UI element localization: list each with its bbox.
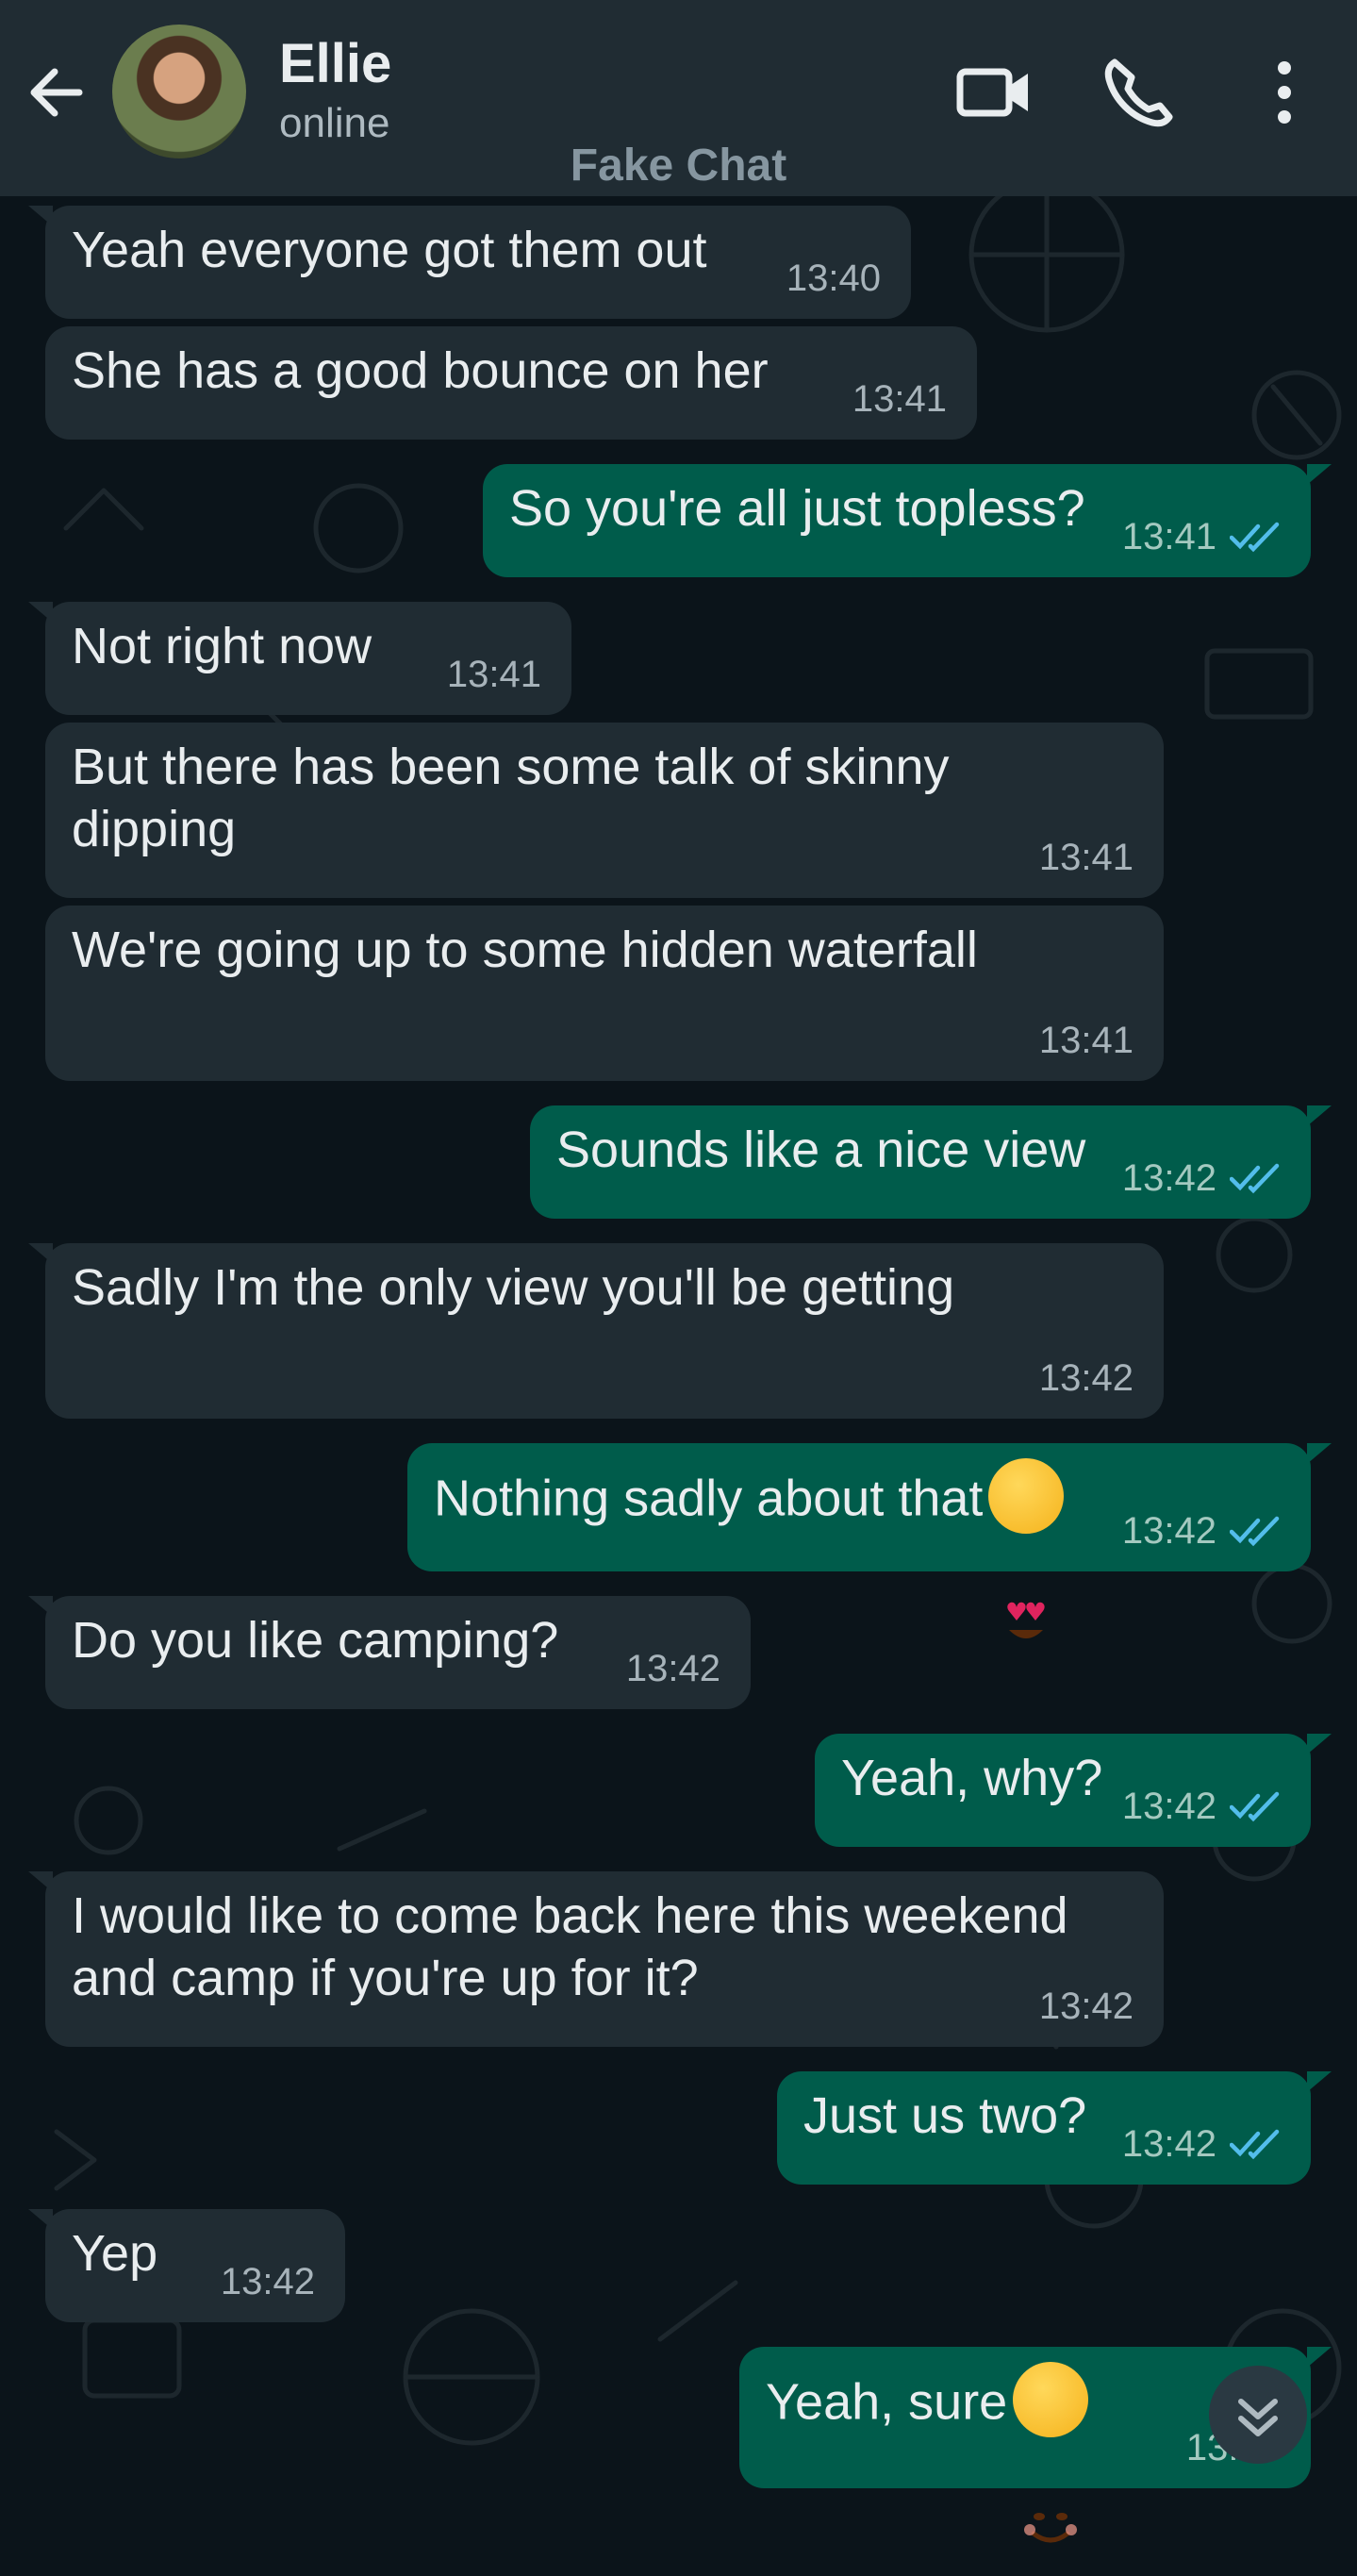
message-text: We're going up to some hidden waterfall bbox=[72, 922, 978, 978]
message-time: 13:42 bbox=[625, 1648, 720, 1689]
avatar[interactable] bbox=[112, 25, 246, 158]
video-call-icon[interactable] bbox=[954, 53, 1034, 132]
message-time: 13:41 bbox=[1038, 837, 1134, 878]
message-bubble-outgoing[interactable]: Yeah, why? 13:42 bbox=[815, 1734, 1332, 1847]
message-text: Do you like camping? bbox=[72, 1612, 559, 1669]
message-text: Yeah everyone got them out bbox=[72, 222, 707, 278]
more-options-icon[interactable] bbox=[1245, 53, 1324, 132]
read-ticks-icon bbox=[1230, 1163, 1280, 1194]
message-time: 13:42 bbox=[1038, 1357, 1134, 1399]
chevron-double-down-icon bbox=[1238, 2399, 1278, 2436]
message-bubble-incoming[interactable]: Sadly I'm the only view you'll be gettin… bbox=[28, 1243, 1164, 1419]
message-time: 13:41 bbox=[1121, 516, 1216, 557]
message-time: 13:42 bbox=[1121, 1157, 1216, 1199]
message-bubble-outgoing[interactable]: So you're all just topless? 13:41 bbox=[483, 464, 1332, 577]
message-bubble-incoming[interactable]: I would like to come back here this week… bbox=[28, 1871, 1164, 2047]
message-bubble-incoming[interactable]: She has a good bounce on her 13:41 bbox=[45, 326, 977, 440]
message-text: Not right now bbox=[72, 618, 372, 674]
message-bubble-outgoing[interactable]: Nothing sadly about that 13:42 bbox=[407, 1443, 1332, 1638]
message-text: Sadly I'm the only view you'll be gettin… bbox=[72, 1259, 955, 1316]
message-time: 13:42 bbox=[1121, 1510, 1216, 1552]
message-bubble-incoming[interactable]: But there has been some talk of skinny d… bbox=[45, 723, 1164, 898]
message-text: Yep bbox=[72, 2225, 158, 2282]
voice-call-icon[interactable] bbox=[1098, 53, 1177, 132]
smiling-emoji-icon bbox=[1013, 2362, 1089, 2543]
contact-name[interactable]: Ellie bbox=[279, 32, 391, 95]
read-ticks-icon bbox=[1230, 1516, 1280, 1547]
message-bubble-outgoing[interactable]: Sounds like a nice view 13:42 bbox=[530, 1105, 1332, 1219]
message-bubble-incoming[interactable]: Yeah everyone got them out 13:40 bbox=[28, 206, 911, 319]
read-ticks-icon bbox=[1230, 2129, 1280, 2160]
message-text: But there has been some talk of skinny d… bbox=[72, 739, 950, 857]
message-time: 13:41 bbox=[852, 378, 947, 420]
read-ticks-icon bbox=[1230, 1791, 1280, 1822]
message-bubble-outgoing[interactable]: Just us two? 13:42 bbox=[777, 2071, 1332, 2185]
heart-eyes-emoji-icon bbox=[988, 1458, 1065, 1638]
message-time: 13:42 bbox=[220, 2261, 315, 2302]
message-time: 13:41 bbox=[446, 654, 541, 695]
message-bubble-incoming[interactable]: Not right now 13:41 bbox=[28, 602, 571, 715]
message-text: Yeah, sure bbox=[766, 2373, 1008, 2431]
back-arrow-icon[interactable] bbox=[23, 58, 91, 126]
message-text: Nothing sadly about that bbox=[434, 1470, 984, 1527]
message-time: 13:41 bbox=[1038, 1020, 1134, 1061]
message-text: Yeah, why? bbox=[841, 1750, 1103, 1806]
message-time: 13:42 bbox=[1121, 1786, 1216, 1827]
message-bubble-incoming[interactable]: Do you like camping? 13:42 bbox=[28, 1596, 751, 1709]
message-time: 13:42 bbox=[1038, 1986, 1134, 2027]
message-time: 13:40 bbox=[786, 258, 881, 299]
scroll-to-bottom-button[interactable] bbox=[1209, 2366, 1307, 2464]
message-text: I would like to come back here this week… bbox=[72, 1887, 1068, 2006]
watermark: Fake Chat bbox=[570, 141, 787, 191]
message-text: She has a good bounce on her bbox=[72, 342, 769, 399]
message-bubble-incoming[interactable]: Yep 13:42 bbox=[28, 2209, 345, 2322]
message-text: Just us two? bbox=[803, 2087, 1087, 2144]
message-bubble-incoming[interactable]: We're going up to some hidden waterfall … bbox=[45, 906, 1164, 1081]
read-ticks-icon bbox=[1230, 522, 1280, 553]
message-time: 13:42 bbox=[1121, 2123, 1216, 2165]
message-text: Sounds like a nice view bbox=[556, 1122, 1086, 1178]
message-text: So you're all just topless? bbox=[509, 480, 1085, 537]
